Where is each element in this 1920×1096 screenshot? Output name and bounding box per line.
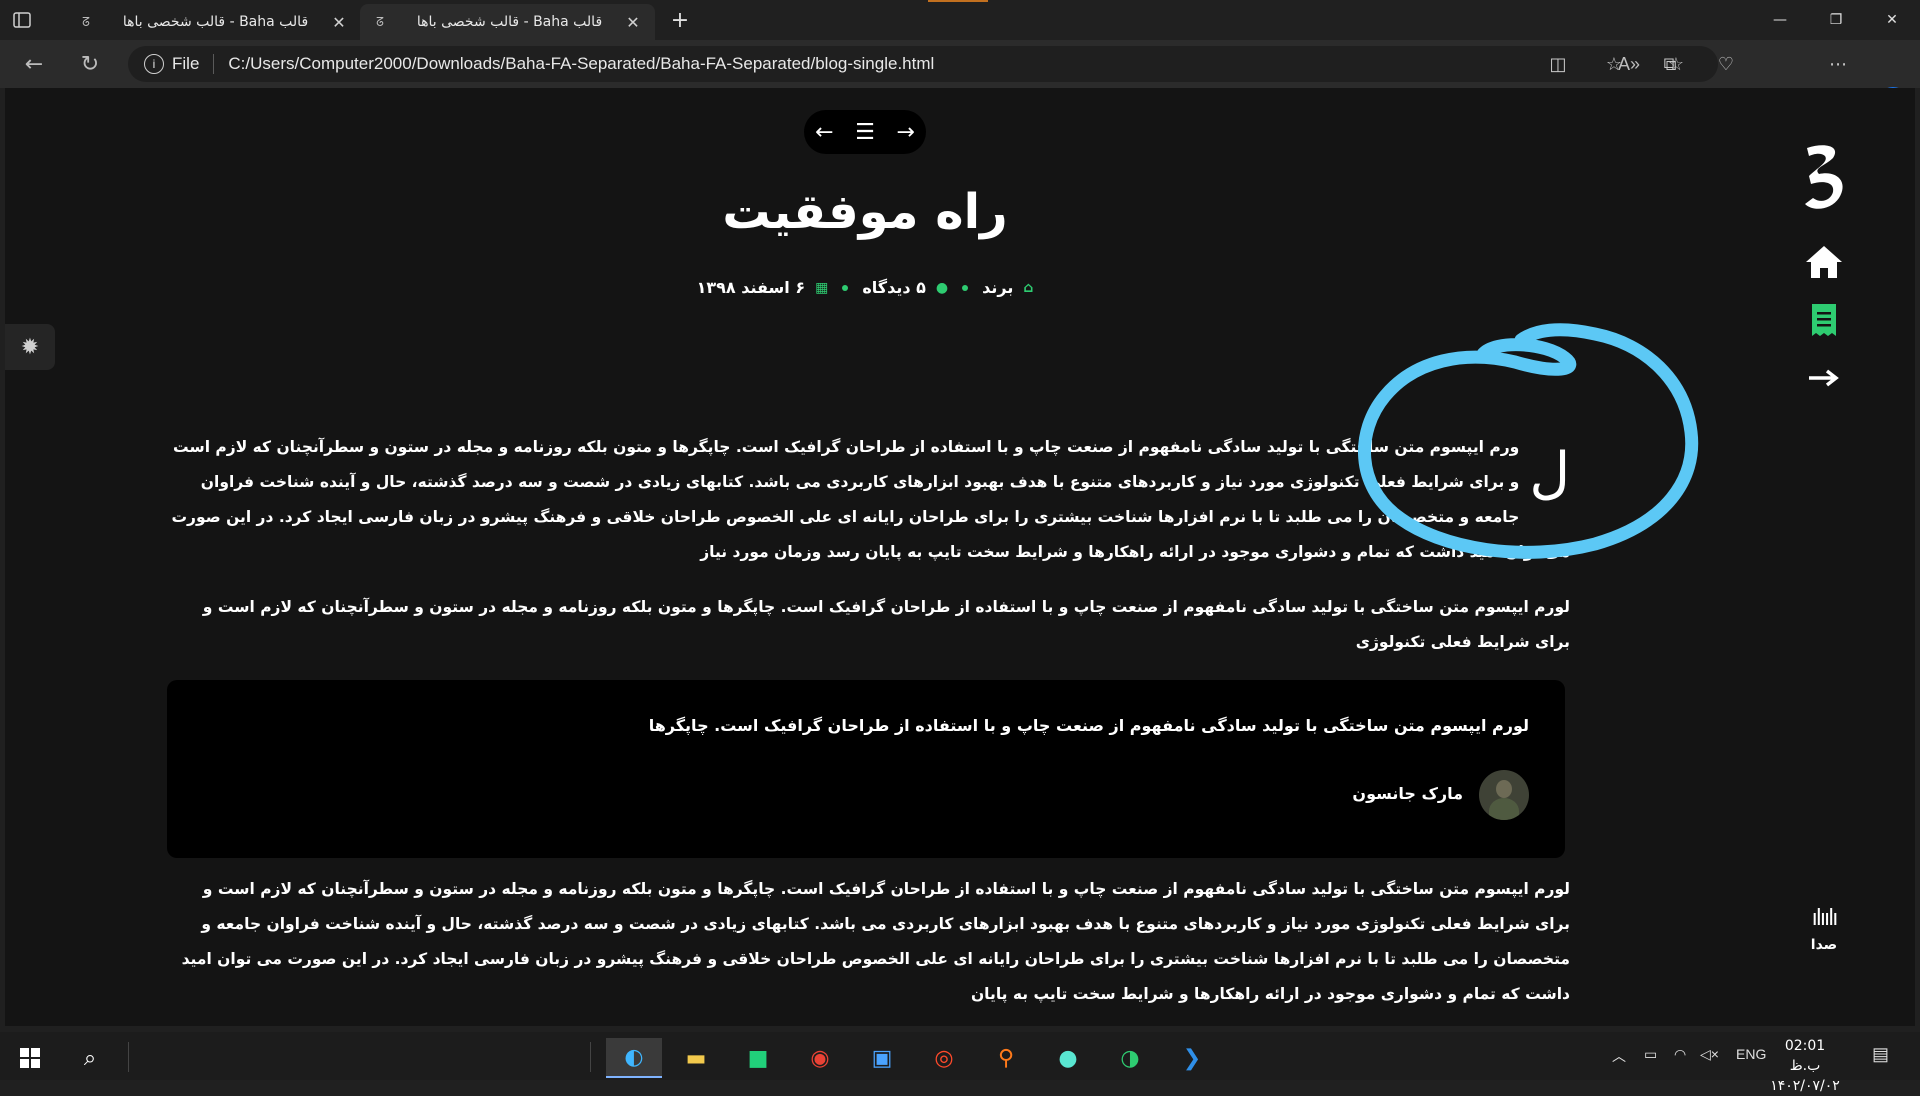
refresh-icon[interactable]: ↻ (74, 48, 106, 80)
sound-toggle[interactable]: ılıılı صدا (1795, 906, 1853, 953)
gear-icon: ✹ (20, 334, 40, 360)
volume-muted-icon[interactable]: ◁× (1700, 1046, 1719, 1063)
taskbar-divider (128, 1042, 129, 1072)
taskbar-clock[interactable]: 02:01 ب.ظ ۱۴۰۲/۰۷/۰۲ (1770, 1036, 1840, 1096)
search-app-icon[interactable]: ⚲ (978, 1038, 1034, 1078)
address-bar[interactable]: i File C:/Users/Computer2000/Downloads/B… (128, 46, 1718, 82)
minimize-icon[interactable]: — (1752, 0, 1808, 40)
post-paragraph-4: لورم ایپسوم متن ساختگی با تولید سادگی نا… (181, 880, 1570, 1003)
blockquote: لورم ایپسوم متن ساختگی با تولید سادگی نا… (167, 680, 1565, 858)
file-explorer-icon[interactable]: ▬ (668, 1038, 724, 1078)
tab-inactive[interactable]: ᘔ قالب Baha - قالب شخصی باها ✕ (66, 4, 361, 40)
edge-browser-icon[interactable]: ◐ (606, 1038, 662, 1078)
next-arrow-icon[interactable]: → (891, 120, 921, 145)
notifications-icon[interactable]: ▤ (1872, 1044, 1889, 1065)
site-favicon-icon: ᘔ (376, 14, 384, 29)
blog-receipt-icon[interactable] (1800, 296, 1848, 344)
sphere-app-icon[interactable]: ● (1040, 1038, 1096, 1078)
quote-text: لورم ایپسوم متن ساختگی با تولید سادگی نا… (648, 716, 1529, 735)
edge-dev-icon[interactable]: ◑ (1102, 1038, 1158, 1078)
quote-author-avatar (1479, 770, 1529, 820)
settings-gear-button[interactable]: ✹ (5, 324, 55, 370)
address-toolbar: ← ↻ i File C:/Users/Computer2000/Downloa… (0, 40, 1920, 121)
post-paragraph-1: ل ورم ایپسوم متن ساختگی با تولید سادگی ن… (165, 430, 1570, 570)
tab-actions-icon[interactable] (0, 0, 44, 40)
taskbar-divider (590, 1042, 591, 1072)
dropcap-letter: ل (1529, 441, 1570, 506)
quote-author-name: مارک جانسون (1352, 784, 1463, 803)
post-author[interactable]: برند (982, 278, 1013, 297)
close-window-icon[interactable]: ✕ (1864, 0, 1920, 40)
collections-icon[interactable]: ⧉ (1658, 52, 1682, 76)
tab-title: قالب Baha - قالب شخصی باها (122, 14, 309, 30)
tab-title: قالب Baha - قالب شخصی باها (416, 14, 603, 30)
search-icon[interactable]: ⌕ (62, 1038, 118, 1078)
record-app-icon[interactable]: ◎ (916, 1038, 972, 1078)
chrome-icon[interactable]: ◉ (792, 1038, 848, 1078)
previous-arrow-icon[interactable]: ← (809, 120, 839, 145)
clock-date: ۱۴۰۲/۰۷/۰۲ (1770, 1078, 1840, 1094)
clock-time: 02:01 ب.ظ (1784, 1038, 1826, 1074)
home-icon: ⌂ (1023, 279, 1034, 296)
home-icon[interactable] (1800, 238, 1848, 286)
restore-icon[interactable]: ❐ (1808, 0, 1864, 40)
window-controls: — ❐ ✕ (1752, 0, 1920, 40)
info-icon[interactable]: i (144, 54, 164, 74)
tray-chevron-icon[interactable]: ︿ (1612, 1046, 1626, 1066)
close-tab-icon[interactable]: ✕ (623, 13, 643, 32)
post-comments[interactable]: ۵ دیدگاه (862, 278, 926, 297)
meta-dot (842, 284, 849, 291)
window-accent-mark (928, 0, 988, 2)
vscode-icon[interactable]: ❯ (1164, 1038, 1220, 1078)
close-tab-icon[interactable]: ✕ (329, 13, 349, 32)
calendar-icon: ▦ (815, 279, 829, 296)
menu-icon[interactable]: ☰ (850, 120, 880, 145)
split-screen-icon[interactable]: ◫ (1546, 52, 1570, 76)
tab-active[interactable]: ᘔ قالب Baha - قالب شخصی باها ✕ (360, 4, 655, 40)
divider (213, 54, 215, 74)
site-favicon-icon: ᘔ (82, 14, 90, 29)
post-meta: ⌂ برند ● ۵ دیدگاه ▦ ۶ اسفند ۱۳۹۸ (565, 278, 1165, 297)
post-date: ۶ اسفند ۱۳۹۸ (696, 278, 806, 297)
pycharm-icon[interactable]: ■ (730, 1038, 786, 1078)
arrow-right-icon[interactable] (1800, 354, 1848, 402)
paragraph-text: ورم ایپسوم متن ساختگی با تولید سادگی نام… (171, 438, 1570, 561)
language-indicator[interactable]: ENG (1736, 1046, 1766, 1062)
sound-bars-icon: ılıılı (1811, 906, 1839, 931)
file-label: File (172, 54, 200, 73)
start-windows-icon[interactable] (2, 1038, 58, 1078)
favorites-icon[interactable]: ☆ (1602, 52, 1626, 76)
settings-app-icon[interactable]: ▣ (854, 1038, 910, 1078)
new-tab-button[interactable]: + (666, 6, 694, 34)
web-page: ← ☰ → راه موفقیت ⌂ برند ● ۵ دیدگاه ▦ ۶ ا… (5, 88, 1915, 1026)
wifi-icon[interactable]: ◠ (1674, 1046, 1686, 1063)
post-title: راه موفقیت (722, 184, 1008, 240)
site-logo[interactable] (1795, 138, 1855, 218)
sound-label: صدا (1810, 937, 1838, 953)
meta-dot (962, 284, 969, 291)
post-navigation: ← ☰ → (804, 110, 926, 154)
performance-icon[interactable]: ♡ (1714, 52, 1738, 76)
back-icon[interactable]: ← (18, 48, 50, 80)
browser-tab-bar: ᘔ قالب Baha - قالب شخصی باها ✕ ᘔ قالب Ba… (0, 0, 1920, 40)
comment-icon: ● (935, 279, 949, 296)
post-paragraph-2: لورم ایپسوم متن ساختگی با تولید سادگی نا… (202, 598, 1570, 651)
url-text[interactable]: C:/Users/Computer2000/Downloads/Baha-FA-… (228, 54, 934, 74)
windows-taskbar: ⌕ ◐ ▬ ■ ◉ ▣ ◎ ⚲ ● ◑ ❯ ︿ ▭ ◠ ◁× ENG 02:01… (0, 1032, 1920, 1094)
more-options-icon[interactable]: ⋯ (1826, 52, 1850, 76)
battery-icon[interactable]: ▭ (1644, 1046, 1657, 1063)
